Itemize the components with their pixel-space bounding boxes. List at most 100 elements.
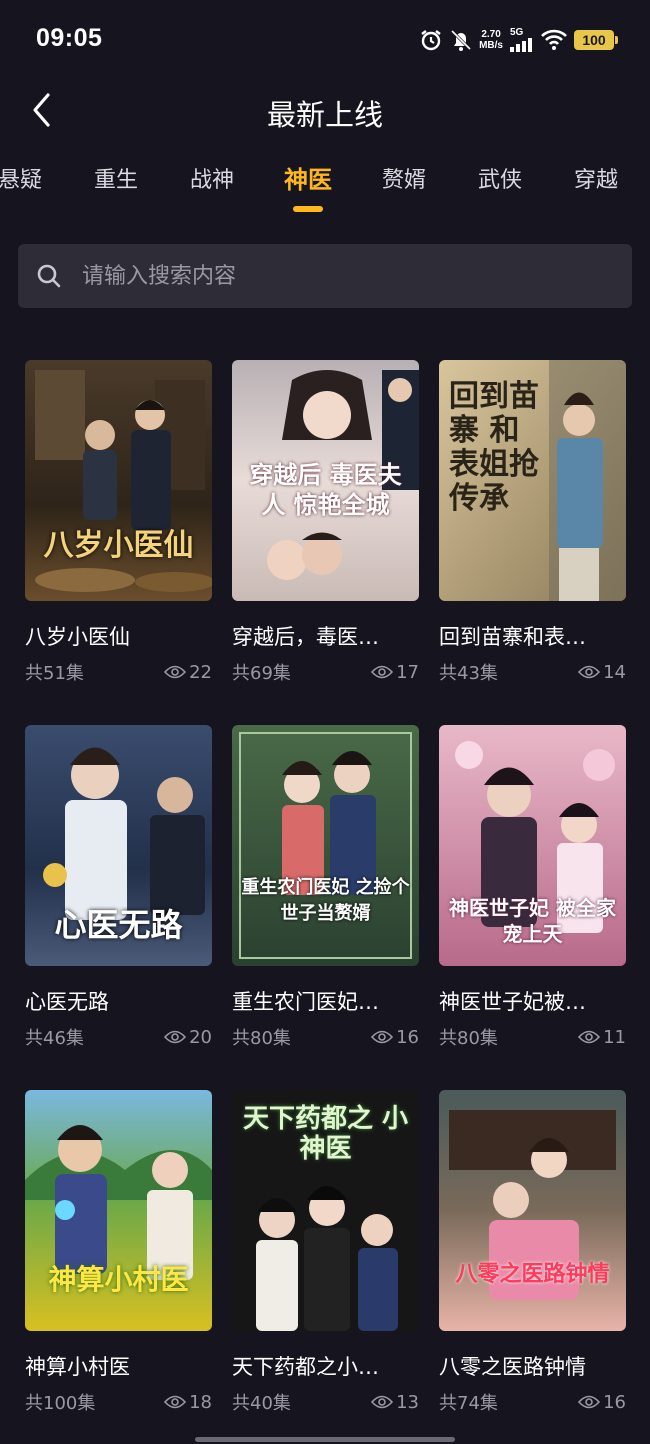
eye-icon — [164, 665, 187, 679]
drama-title: 天下药都之小… — [232, 1355, 379, 1379]
view-count: 14 — [578, 662, 626, 683]
drama-card[interactable]: 神算小村医 神算小村医 共100集 18 — [25, 1090, 212, 1424]
drama-title: 穿越后，毒医… — [232, 625, 379, 649]
view-count: 16 — [578, 1392, 626, 1413]
drama-card[interactable]: 天下药都之 小神医 天下药都之小… 共40集 13 — [232, 1090, 419, 1424]
drama-meta: 共74集 16 — [439, 1389, 626, 1415]
drama-title: 神医世子妃被… — [439, 990, 586, 1014]
home-indicator[interactable] — [195, 1437, 455, 1442]
view-count: 22 — [164, 662, 212, 683]
mute-bell-icon — [450, 28, 472, 52]
drama-title: 神算小村医 — [25, 1355, 130, 1379]
eye-icon — [578, 665, 601, 679]
episode-count: 共46集 — [25, 1028, 84, 1049]
view-count: 13 — [371, 1392, 419, 1413]
tab-label: 战神 — [189, 168, 234, 193]
drama-title: 回到苗寨和表… — [439, 625, 586, 649]
eye-icon — [578, 1030, 601, 1044]
drama-title: 心医无路 — [25, 990, 109, 1014]
category-tabs: 悬疑 重生 战神 神医 赘婿 武侠 穿越 — [0, 150, 644, 220]
drama-card[interactable]: 八零之医路钟情 八零之医路钟情 共74集 16 — [439, 1090, 626, 1424]
eye-icon — [578, 1395, 601, 1409]
episode-count: 共80集 — [439, 1028, 498, 1049]
tab-suspense[interactable]: 悬疑 — [0, 150, 68, 220]
poster-title: 回到苗寨 和表姐抢传承 — [449, 379, 539, 516]
drama-title: 重生农门医妃… — [232, 990, 379, 1014]
drama-card[interactable]: 回到苗寨 和表姐抢传承 回到苗寨和表… 共43集 14 — [439, 360, 626, 694]
tab-label: 悬疑 — [0, 168, 42, 193]
view-count-value: 11 — [603, 1026, 626, 1048]
episode-count: 共43集 — [439, 663, 498, 684]
view-count: 20 — [164, 1027, 212, 1048]
view-count: 18 — [164, 1392, 212, 1413]
search-bar[interactable] — [18, 244, 632, 308]
view-count-value: 16 — [603, 1391, 626, 1413]
episode-count: 共100集 — [25, 1393, 96, 1414]
poster-image[interactable]: 八零之医路钟情 — [439, 1090, 626, 1331]
cellular-signal: 5G — [510, 28, 534, 52]
episode-count: 共80集 — [232, 1028, 291, 1049]
tab-label: 赘婿 — [381, 168, 426, 193]
poster-title: 穿越后 毒医夫人 惊艳全城 — [249, 460, 402, 519]
poster-image[interactable]: 八岁小医仙 — [25, 360, 212, 601]
tab-label: 神医 — [284, 166, 332, 194]
tab-rebirth[interactable]: 重生 — [68, 150, 164, 220]
view-count-value: 14 — [603, 661, 626, 683]
drama-grid: 八岁小医仙 八岁小医仙 共51集 22 穿越后 毒医夫人 惊艳全城 穿越后，毒医… — [25, 360, 626, 1424]
eye-icon — [371, 665, 394, 679]
poster-image[interactable]: 回到苗寨 和表姐抢传承 — [439, 360, 626, 601]
drama-title: 八零之医路钟情 — [439, 1355, 586, 1379]
net-speed-value: 2.70 — [481, 29, 501, 40]
poster-image[interactable]: 神算小村医 — [25, 1090, 212, 1331]
poster-image[interactable]: 重生农门医妃 之捡个世子当赘婿 — [232, 725, 419, 966]
battery-indicator: 100 — [574, 30, 618, 50]
drama-meta: 共46集 20 — [25, 1024, 212, 1050]
drama-meta: 共43集 14 — [439, 659, 626, 685]
signal-bars-icon — [510, 38, 532, 52]
view-count-value: 17 — [396, 661, 419, 683]
drama-card[interactable]: 神医世子妃 被全家宠上天 神医世子妃被… 共80集 11 — [439, 725, 626, 1059]
view-count-value: 22 — [189, 661, 212, 683]
eye-icon — [371, 1395, 394, 1409]
view-count-value: 20 — [189, 1026, 212, 1048]
drama-meta: 共40集 13 — [232, 1389, 419, 1415]
view-count: 16 — [371, 1027, 419, 1048]
view-count-value: 18 — [189, 1391, 212, 1413]
status-bar: 09:05 2.70 MB/s 5G 100 — [0, 0, 650, 80]
view-count-value: 13 — [396, 1391, 419, 1413]
tab-war-god[interactable]: 战神 — [164, 150, 260, 220]
network-type: 5G — [510, 27, 524, 38]
poster-title: 八岁小医仙 — [43, 528, 194, 563]
poster-image[interactable]: 穿越后 毒医夫人 惊艳全城 — [232, 360, 419, 601]
search-icon — [37, 264, 61, 288]
page-title: 最新上线 — [266, 98, 383, 132]
drama-card[interactable]: 重生农门医妃 之捡个世子当赘婿 重生农门医妃… 共80集 16 — [232, 725, 419, 1059]
eye-icon — [164, 1395, 187, 1409]
episode-count: 共51集 — [25, 663, 84, 684]
poster-title: 神算小村医 — [48, 1263, 189, 1296]
poster-title: 八零之医路钟情 — [455, 1261, 610, 1287]
tab-divine-doctor[interactable]: 神医 — [260, 150, 356, 220]
poster-title: 天下药都之 小神医 — [242, 1104, 409, 1164]
header: 最新上线 — [0, 80, 650, 140]
tab-martial-arts[interactable]: 武侠 — [452, 150, 548, 220]
drama-meta: 共69集 17 — [232, 659, 419, 685]
drama-card[interactable]: 八岁小医仙 八岁小医仙 共51集 22 — [25, 360, 212, 694]
episode-count: 共40集 — [232, 1393, 291, 1414]
drama-card[interactable]: 心医无路 心医无路 共46集 20 — [25, 725, 212, 1059]
poster-title: 神医世子妃 被全家宠上天 — [449, 896, 616, 946]
view-count: 17 — [371, 662, 419, 683]
search-input[interactable] — [82, 263, 582, 289]
tab-son-in-law[interactable]: 赘婿 — [356, 150, 452, 220]
poster-title: 心医无路 — [54, 906, 183, 944]
drama-card[interactable]: 穿越后 毒医夫人 惊艳全城 穿越后，毒医… 共69集 17 — [232, 360, 419, 694]
poster-image[interactable]: 天下药都之 小神医 — [232, 1090, 419, 1331]
eye-icon — [164, 1030, 187, 1044]
poster-image[interactable]: 心医无路 — [25, 725, 212, 966]
poster-image[interactable]: 神医世子妃 被全家宠上天 — [439, 725, 626, 966]
episode-count: 共69集 — [232, 663, 291, 684]
tab-time-travel[interactable]: 穿越 — [548, 150, 644, 220]
view-count: 11 — [578, 1027, 626, 1048]
tab-label: 重生 — [93, 168, 138, 193]
drama-meta: 共100集 18 — [25, 1389, 212, 1415]
